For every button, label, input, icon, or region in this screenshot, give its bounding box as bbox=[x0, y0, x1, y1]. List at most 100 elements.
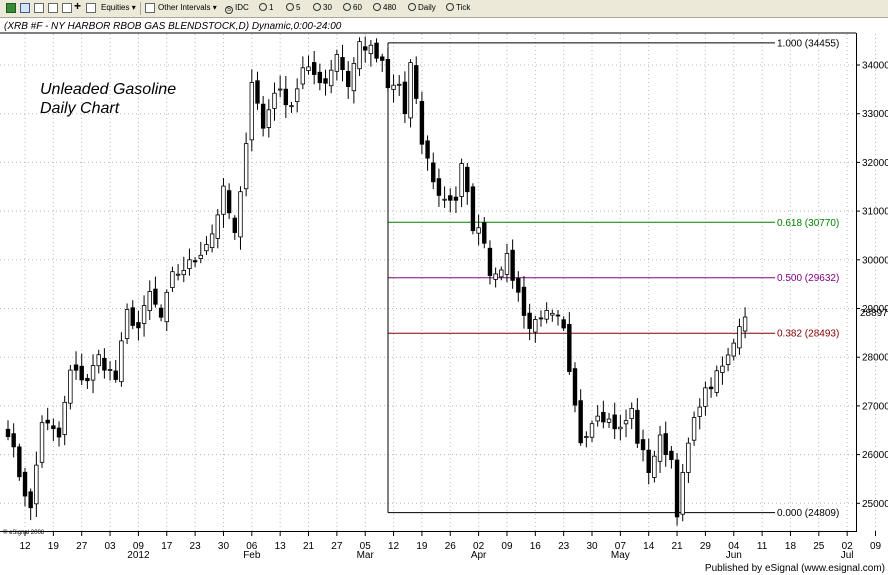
idc-button[interactable]: S IDC bbox=[225, 2, 249, 14]
candle-body bbox=[311, 62, 317, 75]
layout-icon[interactable] bbox=[20, 3, 30, 13]
price-tick-label: 30000 bbox=[862, 255, 888, 266]
candle-body bbox=[232, 217, 237, 233]
candle-body bbox=[453, 196, 459, 201]
chart-icon[interactable] bbox=[6, 3, 16, 13]
candle-body bbox=[221, 185, 226, 215]
candle-body bbox=[595, 415, 600, 422]
candle-body bbox=[493, 273, 498, 280]
candle-body bbox=[323, 78, 328, 84]
equities-dropdown[interactable]: Equities ▾ bbox=[101, 2, 136, 14]
candle-body bbox=[283, 88, 289, 106]
interval-30-button[interactable]: 30 bbox=[313, 2, 332, 14]
candle-body bbox=[374, 42, 379, 59]
last-price-label: 28897 bbox=[860, 308, 888, 319]
published-by-footer: Published by eSignal (www.esignal.com) bbox=[705, 563, 885, 574]
candle-body bbox=[317, 71, 323, 84]
candle-body bbox=[198, 254, 203, 260]
chart-header: (XRB #F - NY HARBOR RBOB GAS BLENDSTOCK,… bbox=[4, 21, 342, 32]
date-tick-label: 09 bbox=[870, 541, 882, 552]
date-tick-label: 19 bbox=[48, 541, 60, 552]
candle-body bbox=[482, 222, 487, 244]
fib-level-label: 0.382 (28493) bbox=[777, 329, 839, 340]
interval-icon bbox=[145, 3, 155, 13]
candle-body bbox=[397, 83, 402, 86]
date-tick-label: 16 bbox=[530, 541, 542, 552]
candle-body bbox=[487, 247, 493, 276]
add-icon[interactable]: + bbox=[74, 0, 81, 12]
candle-body bbox=[606, 418, 612, 423]
candle-body bbox=[45, 419, 50, 424]
date-tick-label: 12 bbox=[388, 541, 400, 552]
candle-body bbox=[164, 291, 169, 323]
interval-60-button[interactable]: 60 bbox=[343, 2, 362, 14]
fib-level-label: 0.500 (29632) bbox=[777, 273, 839, 284]
candle-body bbox=[260, 103, 266, 129]
candle-body bbox=[289, 105, 294, 108]
candle-body bbox=[635, 409, 640, 444]
candle-body bbox=[623, 420, 629, 425]
interval-5-button[interactable]: 5 bbox=[286, 2, 300, 14]
candle-body bbox=[340, 57, 345, 71]
candle-body bbox=[368, 44, 374, 55]
candle-body bbox=[113, 370, 118, 380]
candle-body bbox=[691, 417, 697, 441]
candle-body bbox=[436, 178, 442, 196]
candle-body bbox=[215, 214, 220, 239]
candle-body bbox=[448, 195, 453, 201]
date-tick-label: 14 bbox=[643, 541, 655, 552]
candle-body bbox=[618, 426, 623, 430]
candle-body bbox=[209, 233, 215, 249]
candle-body bbox=[5, 428, 11, 437]
clock-icon bbox=[313, 3, 321, 11]
date-tick-label: 13 bbox=[275, 541, 287, 552]
date-tick-label: 11 bbox=[757, 541, 768, 552]
date-tick-label: 27 bbox=[76, 541, 88, 552]
candle-body bbox=[249, 82, 255, 141]
interval-480-button[interactable]: 480 bbox=[373, 2, 396, 14]
price-chart[interactable]: 1.000 (34455) 0.618 (30770) 0.500 (29632) 0… bbox=[0, 18, 888, 575]
window-icon[interactable] bbox=[34, 3, 44, 13]
candle-body bbox=[243, 143, 249, 190]
candle-body bbox=[612, 414, 617, 430]
interval-1-button[interactable]: 1 bbox=[259, 2, 273, 14]
candle-body bbox=[192, 260, 198, 263]
candle-body bbox=[181, 270, 186, 276]
interval-daily-button[interactable]: Daily bbox=[408, 2, 436, 14]
grid-icon[interactable] bbox=[48, 3, 58, 13]
candle-body bbox=[124, 309, 130, 339]
candle-body bbox=[226, 190, 232, 214]
month-label: Feb bbox=[243, 550, 261, 561]
fib-level-label: 0.000 (24809) bbox=[777, 508, 839, 519]
symbol-icon[interactable] bbox=[86, 3, 96, 13]
clock-icon bbox=[408, 3, 416, 11]
month-label: Jun bbox=[726, 550, 742, 561]
candle-body bbox=[737, 326, 742, 349]
interval-tick-button[interactable]: Tick bbox=[446, 2, 470, 14]
candle-body bbox=[703, 387, 708, 407]
candle-body bbox=[51, 425, 56, 430]
price-tick-label: 31000 bbox=[862, 207, 888, 218]
chart-title-line-1: Unleaded Gasoline bbox=[40, 81, 176, 98]
candle-body bbox=[578, 400, 583, 444]
candle-body bbox=[640, 439, 646, 451]
candle-body bbox=[90, 365, 96, 381]
candle-body bbox=[187, 259, 192, 269]
candle-body bbox=[646, 449, 651, 473]
month-label: Apr bbox=[471, 550, 487, 561]
price-tick-label: 32000 bbox=[862, 158, 888, 169]
month-label: Mar bbox=[357, 550, 375, 561]
page-icon[interactable] bbox=[62, 3, 72, 13]
candle-body bbox=[391, 84, 396, 90]
candle-body bbox=[419, 100, 425, 145]
candle-body bbox=[663, 433, 668, 455]
price-tick-label: 28000 bbox=[862, 353, 888, 364]
candle-body bbox=[34, 464, 39, 505]
candle-body bbox=[153, 288, 158, 305]
candle-body bbox=[465, 166, 470, 193]
date-tick-label: 30 bbox=[218, 541, 230, 552]
candle-body bbox=[601, 411, 606, 423]
candle-body bbox=[170, 271, 175, 288]
other-intervals-dropdown[interactable]: Other Intervals ▾ bbox=[158, 2, 217, 14]
candle-body bbox=[499, 269, 504, 278]
